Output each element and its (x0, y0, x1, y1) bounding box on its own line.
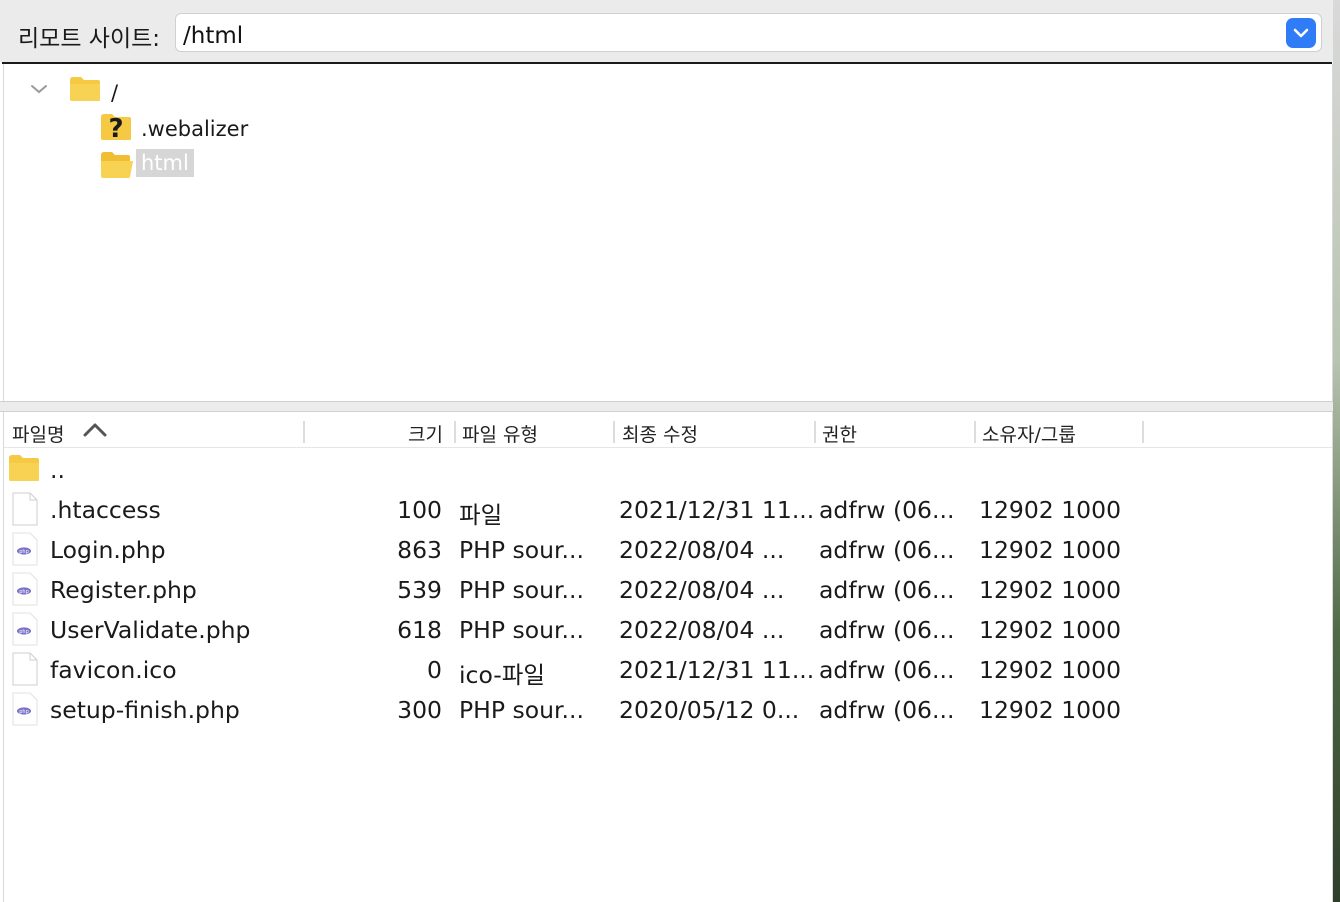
php-file-icon: php (12, 532, 38, 566)
column-header-owner[interactable]: 소유자/그룹 (982, 420, 1076, 447)
file-size: 300 (397, 696, 442, 724)
column-header-permissions[interactable]: 권한 (822, 420, 857, 447)
file-modified: 2021/12/31 11... (619, 656, 815, 684)
svg-text:php: php (19, 589, 29, 595)
chevron-down-icon (1293, 28, 1309, 38)
table-row[interactable]: php setup-finish.php 300 PHP sour... 202… (4, 689, 1332, 729)
column-separator[interactable] (814, 421, 816, 443)
remote-path-combobox[interactable]: /html (175, 13, 1322, 52)
file-list[interactable]: 파일명 크기 파일 유형 최종 수정 권한 소유자/그룹 .. .htacces… (3, 412, 1333, 902)
sort-ascending-icon[interactable] (82, 422, 108, 438)
column-separator[interactable] (303, 421, 305, 443)
file-permissions: adfrw (06... (819, 616, 955, 644)
table-row[interactable]: php Register.php 539 PHP sour... 2022/08… (4, 569, 1332, 609)
unknown-folder-icon: ? (101, 114, 131, 142)
file-type: PHP sour... (459, 536, 584, 564)
file-type: PHP sour... (459, 696, 584, 724)
column-header-modified[interactable]: 최종 수정 (622, 420, 698, 447)
column-separator[interactable] (613, 421, 615, 443)
tree-item-label: .webalizer (141, 117, 249, 141)
directory-tree[interactable]: / ? .webalizer html (3, 64, 1333, 401)
file-name: .. (50, 456, 65, 484)
file-owner: 12902 1000 (979, 536, 1122, 564)
column-separator[interactable] (974, 421, 976, 443)
file-size: 0 (427, 656, 442, 684)
php-file-icon: php (12, 612, 38, 646)
remote-path-bar: 리모트 사이트: /html (0, 0, 1340, 62)
file-size: 100 (397, 496, 442, 524)
svg-text:php: php (19, 549, 29, 555)
file-size: 539 (397, 576, 442, 604)
svg-text:php: php (19, 629, 29, 635)
file-modified: 2020/05/12 0... (619, 696, 800, 724)
table-row[interactable]: php Login.php 863 PHP sour... 2022/08/04… (4, 529, 1332, 569)
folder-icon (9, 455, 39, 481)
file-owner: 12902 1000 (979, 696, 1122, 724)
file-type: PHP sour... (459, 616, 584, 644)
tree-item-html[interactable]: html (100, 148, 320, 182)
remote-site-panel: 리모트 사이트: /html / ? .webalizer html 파일명 크… (0, 0, 1340, 902)
file-permissions: adfrw (06... (819, 536, 955, 564)
file-icon (12, 492, 38, 526)
file-owner: 12902 1000 (979, 616, 1122, 644)
file-size: 863 (397, 536, 442, 564)
tree-item-webalizer[interactable]: ? .webalizer (100, 112, 320, 146)
file-owner: 12902 1000 (979, 496, 1122, 524)
list-item-parent[interactable]: .. (4, 449, 1332, 489)
php-file-icon: php (12, 692, 38, 726)
remote-path-value[interactable]: /html (183, 23, 243, 49)
file-list-header: 파일명 크기 파일 유형 최종 수정 권한 소유자/그룹 (4, 412, 1332, 448)
file-modified: 2022/08/04 ... (619, 536, 785, 564)
file-permissions: adfrw (06... (819, 576, 955, 604)
folder-icon (70, 77, 100, 101)
chevron-down-icon[interactable] (29, 82, 49, 96)
file-modified: 2022/08/04 ... (619, 576, 785, 604)
file-name: setup-finish.php (50, 696, 240, 724)
column-separator[interactable] (1142, 421, 1144, 443)
pane-splitter[interactable] (0, 401, 1340, 412)
tree-item-root[interactable]: / (69, 74, 269, 108)
file-type: 파일 (459, 501, 503, 529)
table-row[interactable]: favicon.ico 0 ico-파일 2021/12/31 11... ad… (4, 649, 1332, 689)
file-type: PHP sour... (459, 576, 584, 604)
php-file-icon: php (12, 572, 38, 606)
file-icon (12, 652, 38, 686)
tree-item-label: / (111, 81, 119, 105)
table-row[interactable]: php UserValidate.php 618 PHP sour... 202… (4, 609, 1332, 649)
open-folder-icon (101, 152, 133, 178)
file-name: UserValidate.php (50, 616, 251, 644)
tree-item-label: html (136, 149, 194, 177)
file-permissions: adfrw (06... (819, 656, 955, 684)
svg-text:?: ? (108, 114, 123, 142)
remote-site-label: 리모트 사이트: (18, 26, 161, 52)
file-name: Register.php (50, 576, 197, 604)
file-name: .htaccess (50, 496, 161, 524)
file-permissions: adfrw (06... (819, 696, 955, 724)
file-modified: 2022/08/04 ... (619, 616, 785, 644)
column-header-size[interactable]: 크기 (408, 420, 443, 447)
window-edge (1333, 0, 1340, 902)
file-owner: 12902 1000 (979, 576, 1122, 604)
file-modified: 2021/12/31 11... (619, 496, 815, 524)
path-dropdown-button[interactable] (1286, 18, 1316, 48)
file-name: favicon.ico (50, 656, 177, 684)
svg-text:php: php (19, 709, 29, 715)
file-size: 618 (397, 616, 442, 644)
file-owner: 12902 1000 (979, 656, 1122, 684)
table-row[interactable]: .htaccess 100 파일 2021/12/31 11... adfrw … (4, 489, 1332, 529)
column-header-filename[interactable]: 파일명 (12, 420, 64, 447)
file-type: ico-파일 (459, 661, 545, 689)
file-name: Login.php (50, 536, 166, 564)
column-header-type[interactable]: 파일 유형 (462, 420, 538, 447)
file-permissions: adfrw (06... (819, 496, 955, 524)
column-separator[interactable] (454, 421, 456, 443)
